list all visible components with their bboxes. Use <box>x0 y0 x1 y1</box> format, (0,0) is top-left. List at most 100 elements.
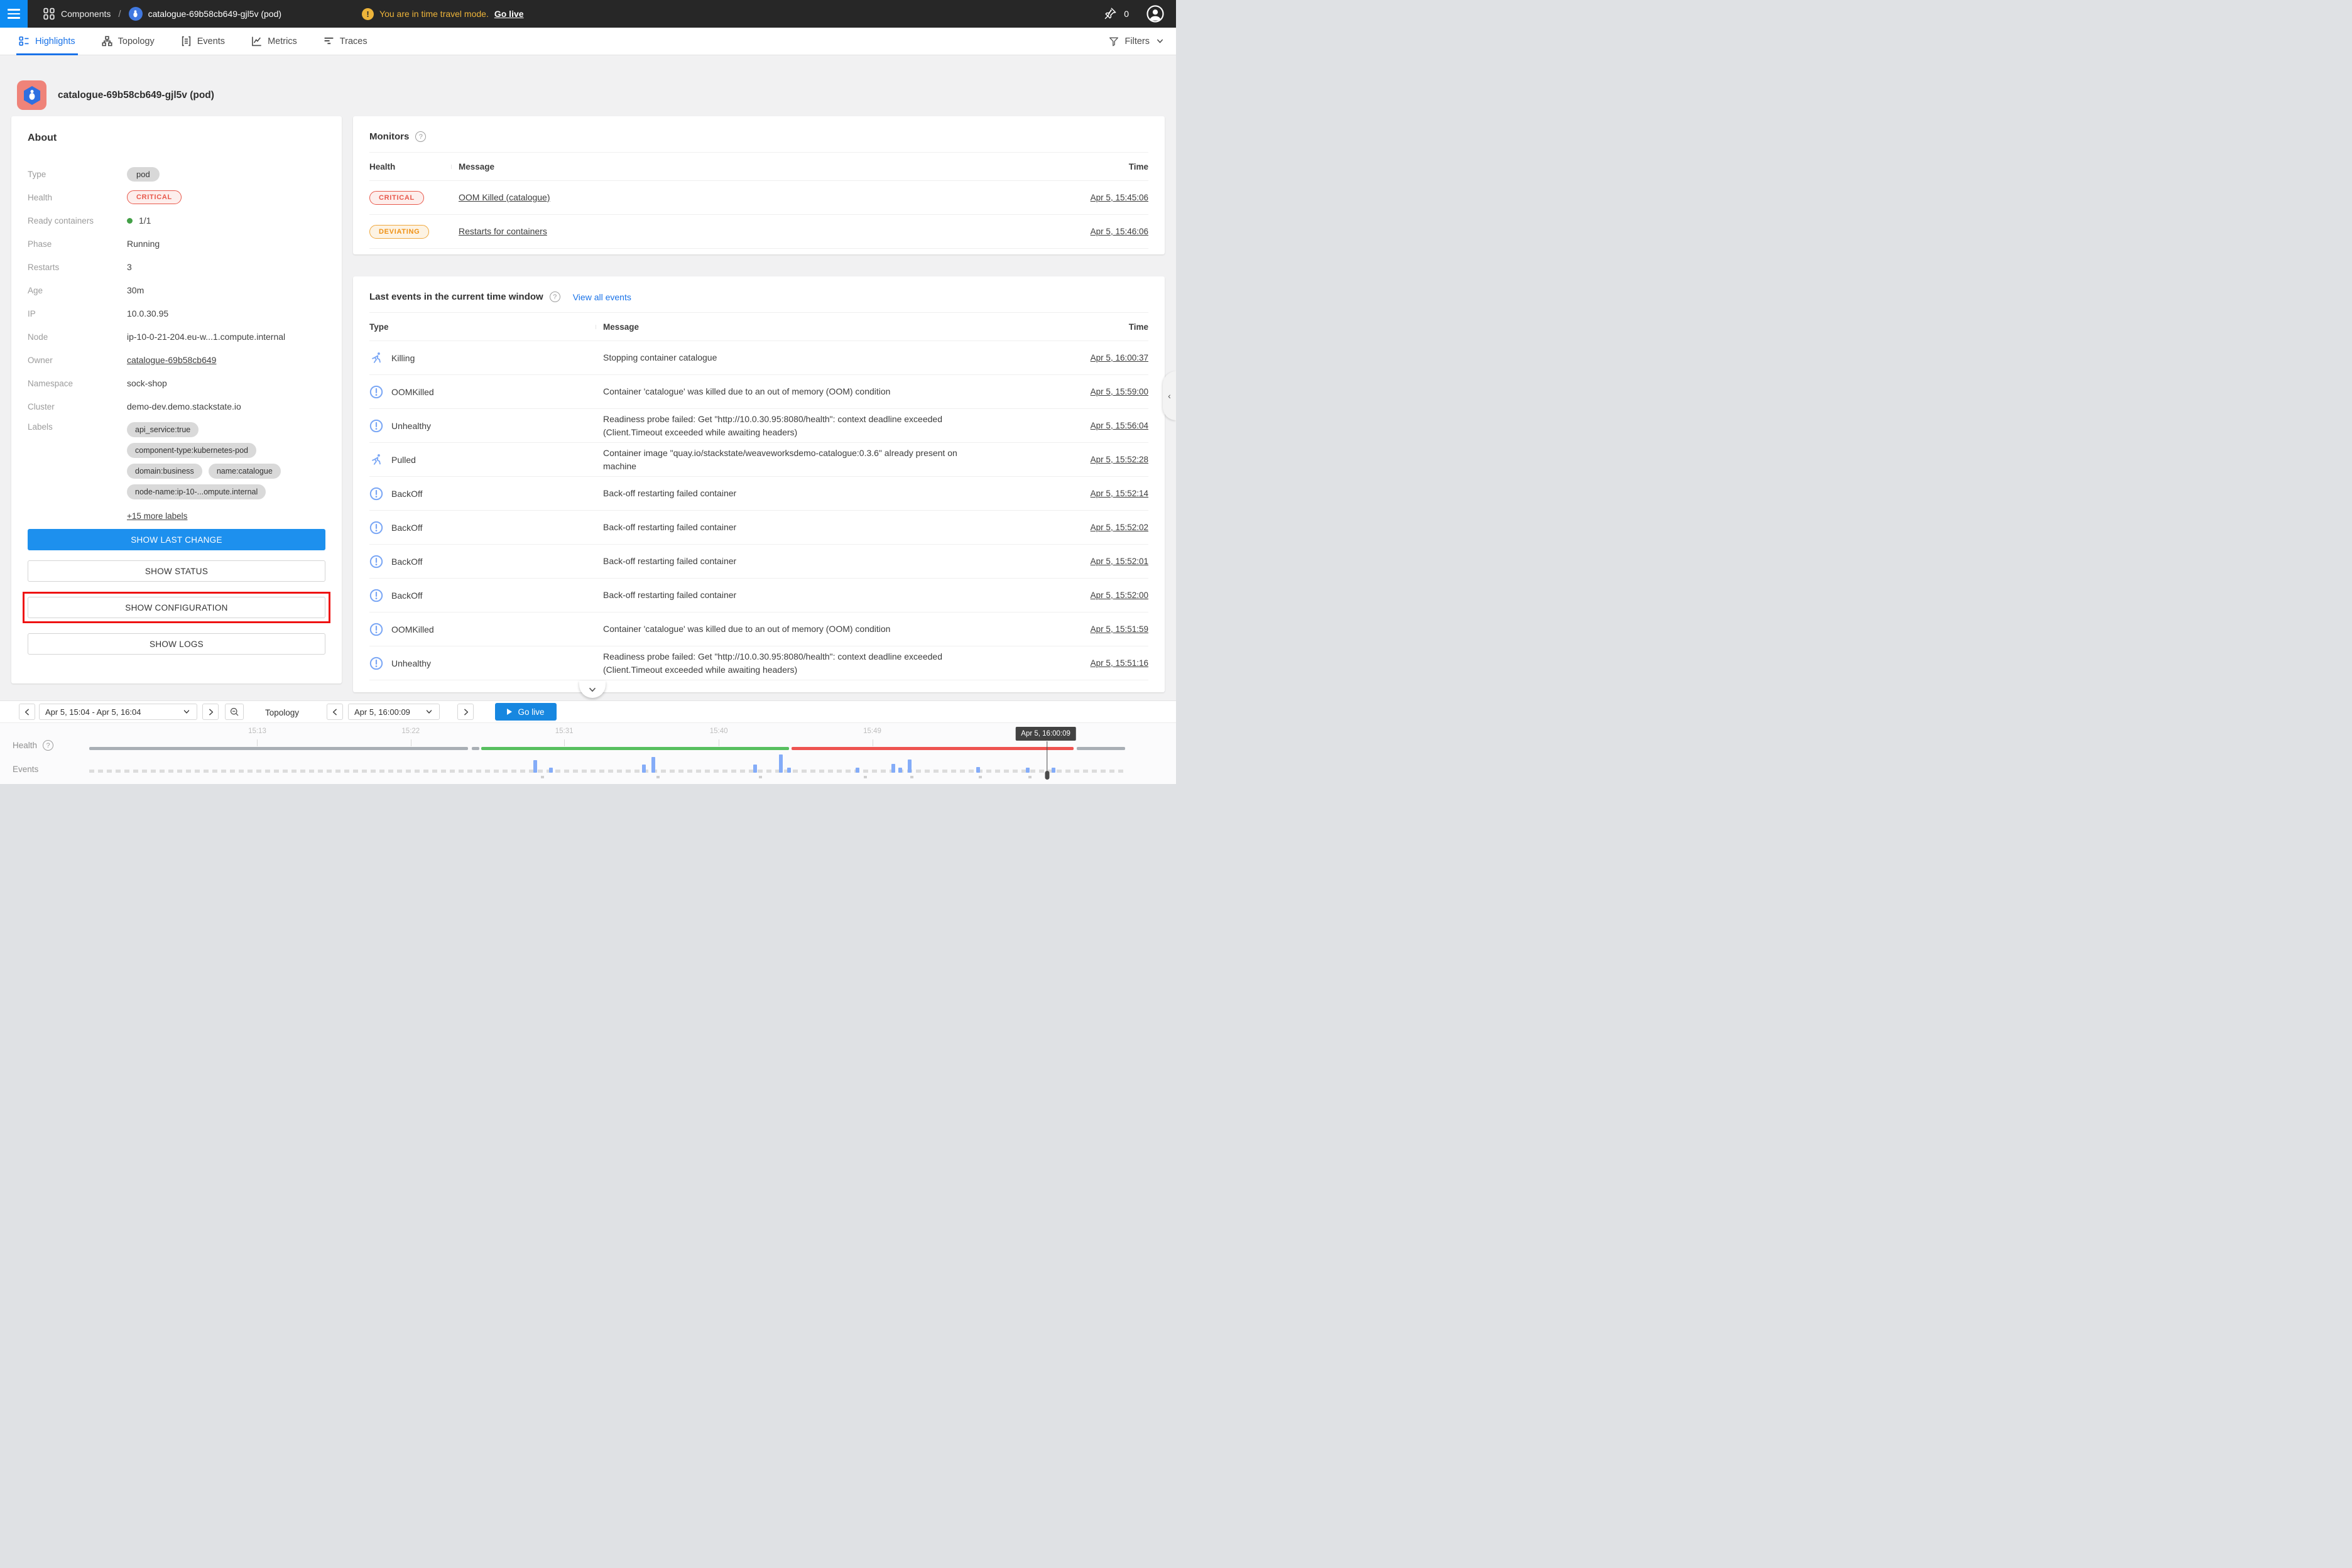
expand-events-button[interactable] <box>579 681 606 698</box>
running-icon <box>369 453 383 467</box>
alert-circle-icon <box>369 555 383 569</box>
severity-badge: CRITICAL <box>369 191 424 205</box>
event-type: Unhealthy <box>391 658 431 668</box>
chevron-down-icon <box>587 685 597 695</box>
age-value: 30m <box>127 285 144 295</box>
breadcrumb: Components / catalogue-69b58cb649-gjl5v … <box>43 7 281 21</box>
tab-events[interactable]: Events <box>180 28 226 55</box>
health-badge: CRITICAL <box>127 190 182 204</box>
axis-tick-label: 15:40 <box>710 727 728 735</box>
breadcrumb-section[interactable]: Components <box>61 9 111 19</box>
event-time-link[interactable]: Apr 5, 15:52:00 <box>1037 591 1148 600</box>
monitor-time-link[interactable]: Apr 5, 15:46:06 <box>1037 227 1148 236</box>
topology-time-select[interactable]: Apr 5, 16:00:09 <box>348 704 440 720</box>
show-logs-button[interactable]: SHOW LOGS <box>28 633 325 655</box>
filters-button[interactable]: Filters <box>1108 36 1165 47</box>
event-time-link[interactable]: Apr 5, 15:52:01 <box>1037 557 1148 566</box>
breadcrumb-entity[interactable]: catalogue-69b58cb649-gjl5v (pod) <box>148 9 281 19</box>
event-histogram-bar <box>976 767 980 773</box>
event-type: OOMKilled <box>391 624 434 634</box>
table-row[interactable]: Unhealthy Readiness probe failed: Get "h… <box>369 646 1148 680</box>
show-configuration-button[interactable]: SHOW CONFIGURATION <box>28 597 325 618</box>
tab-traces[interactable]: Traces <box>322 28 369 55</box>
event-message: Back-off restarting failed container <box>596 555 967 568</box>
tab-metrics[interactable]: Metrics <box>250 28 298 55</box>
range-prev-button[interactable] <box>19 704 35 720</box>
collapse-panel-handle[interactable]: ‹ <box>1163 371 1176 420</box>
time-prev-button[interactable] <box>327 704 343 720</box>
range-next-button[interactable] <box>202 704 219 720</box>
table-row[interactable]: BackOff Back-off restarting failed conta… <box>369 477 1148 511</box>
event-sub-mark <box>759 776 762 778</box>
table-row[interactable]: CRITICAL OOM Killed (catalogue) Apr 5, 1… <box>369 181 1148 215</box>
go-live-button[interactable]: Go live <box>495 703 557 721</box>
table-row[interactable]: Unhealthy Readiness probe failed: Get "h… <box>369 409 1148 443</box>
event-histogram-bar <box>753 765 757 773</box>
help-icon[interactable] <box>43 740 53 751</box>
event-sub-mark <box>541 776 544 778</box>
help-icon[interactable] <box>550 291 560 302</box>
time-cursor-tooltip: Apr 5, 16:00:09 <box>1015 727 1076 741</box>
hamburger-menu-button[interactable] <box>0 0 28 28</box>
event-sub-mark <box>979 776 982 778</box>
zoom-out-button[interactable] <box>225 704 244 720</box>
field-label: IP <box>28 309 127 318</box>
tab-bar: Highlights Topology Events Metrics Trace… <box>0 28 1176 55</box>
pin-icon[interactable] <box>1103 7 1117 21</box>
table-row[interactable]: BackOff Back-off restarting failed conta… <box>369 545 1148 579</box>
event-time-link[interactable]: Apr 5, 16:00:37 <box>1037 353 1148 362</box>
labels-list: api_service:true component-type:kubernet… <box>127 422 325 499</box>
time-cursor-handle[interactable] <box>1045 771 1049 780</box>
event-histogram-bar <box>891 764 895 773</box>
owner-link[interactable]: catalogue-69b58cb649 <box>127 355 216 365</box>
event-message: Readiness probe failed: Get "http://10.0… <box>596 650 967 677</box>
table-row[interactable]: DEVIATING Restarts for containers Apr 5,… <box>369 215 1148 249</box>
field-label: Restarts <box>28 263 127 272</box>
last-events-panel: Last events in the current time window V… <box>353 276 1165 692</box>
event-time-link[interactable]: Apr 5, 15:52:28 <box>1037 455 1148 464</box>
monitor-link[interactable]: Restarts for containers <box>459 226 547 236</box>
event-time-link[interactable]: Apr 5, 15:56:04 <box>1037 421 1148 430</box>
view-all-events-link[interactable]: View all events <box>573 292 631 302</box>
event-message: Back-off restarting failed container <box>596 521 967 534</box>
namespace-value: sock-shop <box>127 378 167 388</box>
show-last-change-button[interactable]: SHOW LAST CHANGE <box>28 529 325 550</box>
help-icon[interactable] <box>415 131 426 142</box>
timeline-plot[interactable]: 15:1315:2215:3115:4015:49Apr 5, 16:00:09 <box>89 723 1126 784</box>
field-label: Phase <box>28 239 127 249</box>
table-row[interactable]: OOMKilled Container 'catalogue' was kill… <box>369 612 1148 646</box>
tab-topology[interactable]: Topology <box>101 28 156 55</box>
tab-highlights[interactable]: Highlights <box>18 28 77 55</box>
table-row[interactable]: Pulled Container image "quay.io/stacksta… <box>369 443 1148 477</box>
about-panel: About Type pod Health CRITICAL Ready con… <box>11 116 342 683</box>
table-row[interactable]: BackOff Back-off restarting failed conta… <box>369 511 1148 545</box>
tab-label: Highlights <box>35 36 75 46</box>
user-avatar[interactable] <box>1146 4 1165 23</box>
event-time-link[interactable]: Apr 5, 15:59:00 <box>1037 387 1148 396</box>
more-labels-link[interactable]: +15 more labels <box>127 511 187 521</box>
monitor-link[interactable]: OOM Killed (catalogue) <box>459 192 550 202</box>
field-label: Age <box>28 286 127 295</box>
event-time-link[interactable]: Apr 5, 15:51:16 <box>1037 658 1148 668</box>
event-sub-mark <box>656 776 660 778</box>
components-grid-icon <box>43 8 55 20</box>
axis-tick-label: 15:49 <box>863 727 881 735</box>
show-status-button[interactable]: SHOW STATUS <box>28 560 325 582</box>
type-badge: pod <box>127 167 160 182</box>
page-title: catalogue-69b58cb649-gjl5v (pod) <box>58 90 214 101</box>
event-type: BackOff <box>391 557 423 567</box>
event-time-link[interactable]: Apr 5, 15:51:59 <box>1037 624 1148 634</box>
event-time-link[interactable]: Apr 5, 15:52:14 <box>1037 489 1148 498</box>
event-type: Killing <box>391 353 415 363</box>
monitor-time-link[interactable]: Apr 5, 15:45:06 <box>1037 193 1148 202</box>
cluster-value: demo-dev.demo.stackstate.io <box>127 401 241 411</box>
time-next-button[interactable] <box>457 704 474 720</box>
table-row[interactable]: OOMKilled Container 'catalogue' was kill… <box>369 375 1148 409</box>
event-type: OOMKilled <box>391 387 434 397</box>
time-range-select[interactable]: Apr 5, 15:04 - Apr 5, 16:04 <box>39 704 197 720</box>
event-time-link[interactable]: Apr 5, 15:52:02 <box>1037 523 1148 532</box>
table-row[interactable]: Killing Stopping container catalogue Apr… <box>369 341 1148 375</box>
monitors-panel: Monitors Health Message Time CRITICAL OO… <box>353 116 1165 254</box>
go-live-link[interactable]: Go live <box>494 9 524 19</box>
table-row[interactable]: BackOff Back-off restarting failed conta… <box>369 579 1148 612</box>
